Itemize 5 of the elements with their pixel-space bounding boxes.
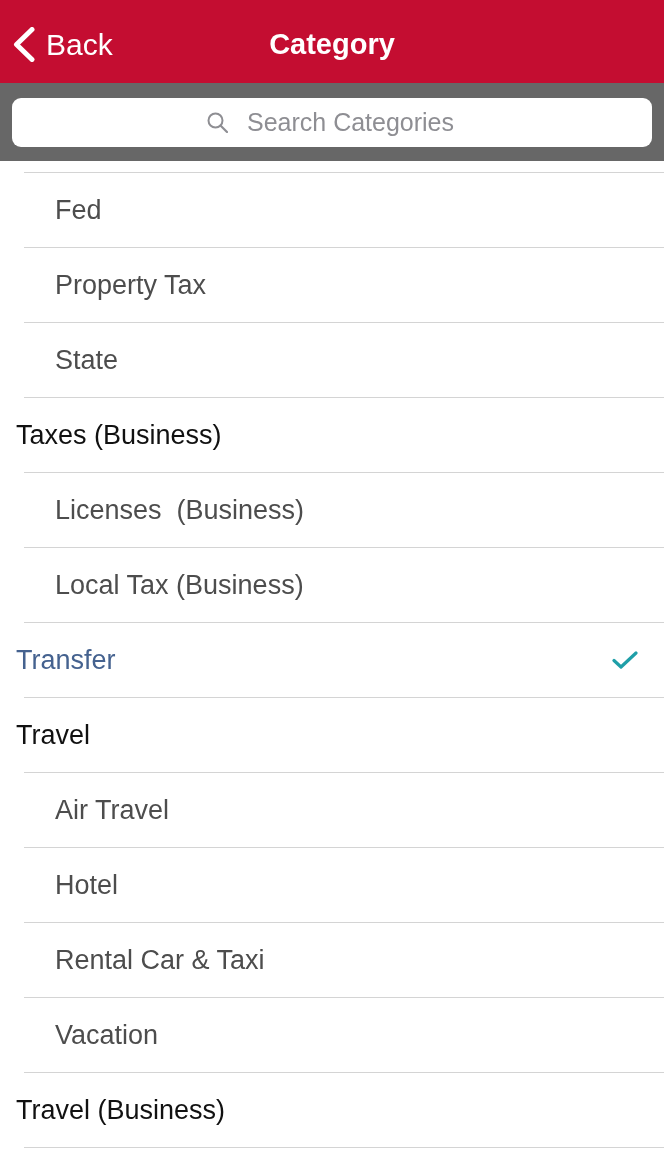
page-title: Category: [269, 28, 395, 61]
search-field[interactable]: Search Categories: [12, 98, 652, 147]
back-button[interactable]: Back: [0, 27, 113, 62]
search-icon: [207, 112, 228, 133]
chevron-left-icon: [12, 27, 35, 62]
